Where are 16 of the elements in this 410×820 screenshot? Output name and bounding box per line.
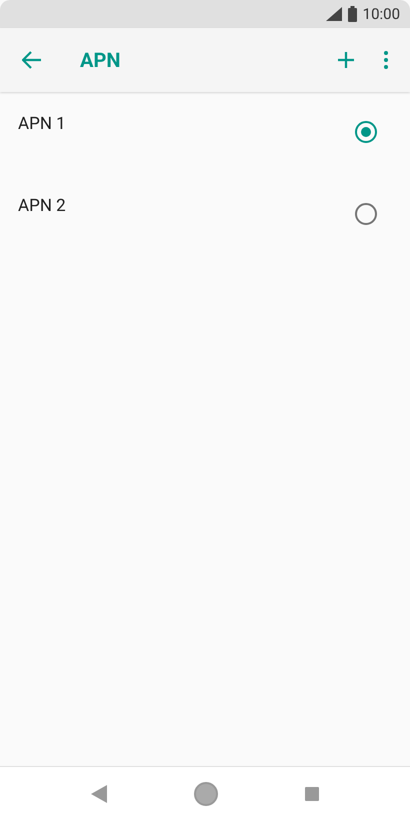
back-arrow-icon xyxy=(22,51,42,69)
signal-icon xyxy=(326,7,342,21)
plus-icon xyxy=(338,52,354,68)
apn-list-item[interactable]: APN 1 xyxy=(0,92,410,174)
back-icon[interactable] xyxy=(91,784,107,802)
toolbar-title: APN xyxy=(80,47,120,74)
apn-name: APN 1 xyxy=(18,113,67,136)
radio-button[interactable] xyxy=(355,203,377,225)
apn-name: APN 2 xyxy=(18,195,67,218)
battery-icon xyxy=(348,6,357,22)
home-icon[interactable] xyxy=(193,780,219,806)
recents-icon[interactable] xyxy=(305,786,319,800)
status-time: 10:00 xyxy=(362,4,400,25)
radio-button[interactable] xyxy=(355,121,377,143)
apn-list-item[interactable]: APN 2 xyxy=(0,174,410,256)
more-options-icon xyxy=(384,51,388,69)
